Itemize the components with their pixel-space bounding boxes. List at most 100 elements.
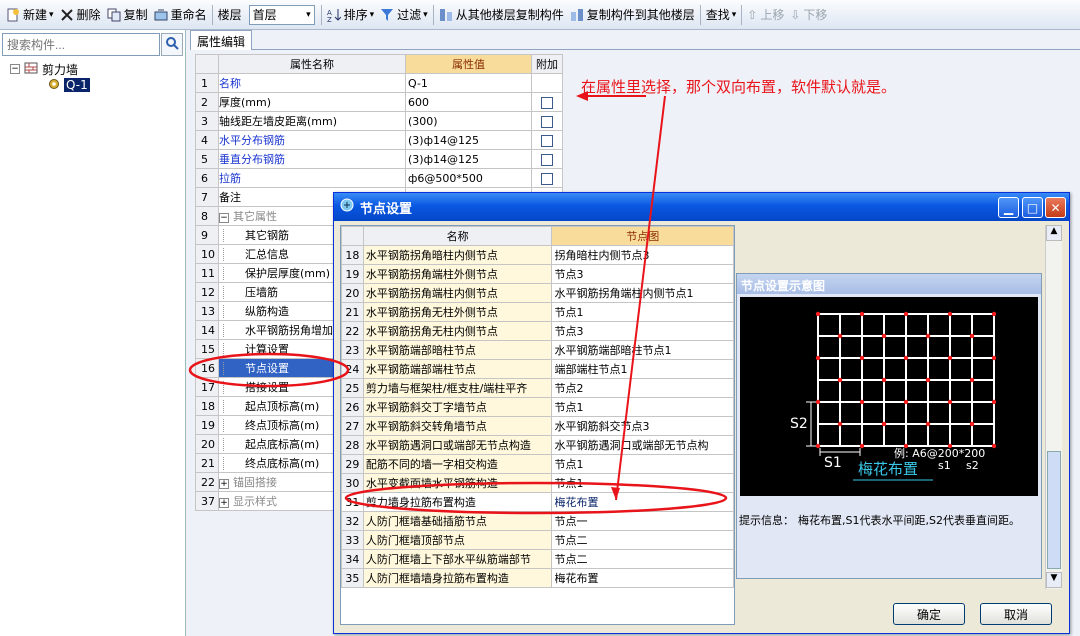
node-row[interactable]: 25 剪力墙与框架柱/框支柱/端柱平齐 节点2	[341, 378, 734, 398]
delete-button[interactable]: 删除	[57, 3, 104, 27]
tree-node-shear-wall[interactable]: − 剪力墙	[10, 61, 78, 77]
property-name-cell[interactable]: 轴线距左墙皮距离(mm)	[218, 111, 406, 131]
node-name-cell[interactable]: 剪力墙与框架柱/框支柱/端柱平齐	[362, 378, 553, 398]
find-button[interactable]: 查找 ▾	[703, 3, 740, 27]
node-row[interactable]: 24 水平钢筋端部端柱节点 端部端柱节点1	[341, 359, 734, 379]
node-diagram-cell[interactable]: 节点1	[551, 302, 734, 322]
move-down-button[interactable]: ⇩ 下移	[787, 3, 830, 27]
attach-checkbox[interactable]	[541, 115, 553, 128]
node-diagram-cell[interactable]: 梅花布置	[551, 492, 734, 512]
node-row[interactable]: 27 水平钢筋斜交转角墙节点 水平钢筋斜交节点3	[341, 416, 734, 436]
property-value-cell[interactable]: (300)	[405, 111, 532, 131]
node-diagram-cell[interactable]: 节点1	[551, 397, 734, 417]
node-diagram-cell[interactable]: 节点1	[551, 473, 734, 493]
node-diagram-cell[interactable]: 水平钢筋端部暗柱节点1	[551, 340, 734, 360]
floor-select[interactable]: 首层 ▾	[248, 4, 315, 25]
node-name-cell[interactable]: 水平钢筋拐角端柱内侧节点	[362, 283, 553, 303]
node-diagram-cell[interactable]: 节点二	[551, 530, 734, 550]
property-value-cell[interactable]: (3)ф14@125	[405, 149, 532, 169]
node-name-cell[interactable]: 水平钢筋端部暗柱节点	[362, 340, 553, 360]
property-value-cell[interactable]: 600	[405, 92, 532, 112]
copy-from-floor-button[interactable]: 从其他楼层复制构件	[436, 3, 567, 27]
node-row[interactable]: 30 水平变截面墙水平钢筋构造 节点1	[341, 473, 734, 493]
property-name-cell[interactable]: 水平分布钢筋	[218, 130, 406, 150]
search-input[interactable]	[2, 33, 160, 56]
property-name-cell[interactable]: 垂直分布钢筋	[218, 149, 406, 169]
node-diagram-cell[interactable]: 水平钢筋拐角端柱内侧节点1	[551, 283, 734, 303]
node-diagram-cell[interactable]: 水平钢筋遇洞口或端部无节点构	[551, 435, 734, 455]
node-diagram-cell[interactable]: 水平钢筋斜交节点3	[551, 416, 734, 436]
node-name-cell[interactable]: 水平钢筋拐角端柱外侧节点	[362, 264, 553, 284]
node-diagram-cell[interactable]: 端部端柱节点1	[551, 359, 734, 379]
collapse-icon[interactable]: −	[219, 213, 229, 223]
copy-button[interactable]: 复制	[104, 3, 151, 27]
node-row[interactable]: 29 配筋不同的墙一字相交构造 节点1	[341, 454, 734, 474]
filter-button[interactable]: 过滤 ▾	[377, 3, 431, 27]
node-name-cell[interactable]: 水平钢筋斜交丁字墙节点	[362, 397, 553, 417]
node-diagram-cell[interactable]: 节点一	[551, 511, 734, 531]
expand-icon[interactable]: +	[219, 498, 229, 508]
property-name-cell[interactable]: 拉筋	[218, 168, 406, 188]
new-button[interactable]: 新建 ▾	[3, 3, 57, 27]
property-row[interactable]: 3 轴线距左墙皮距离(mm) (300)	[195, 111, 563, 131]
node-row[interactable]: 19 水平钢筋拐角端柱外侧节点 节点3	[341, 264, 734, 284]
scroll-thumb[interactable]	[1047, 451, 1061, 569]
node-row[interactable]: 31 剪力墙身拉筋布置构造 梅花布置	[341, 492, 734, 512]
node-diagram-cell[interactable]: 节点3	[551, 264, 734, 284]
node-row[interactable]: 26 水平钢筋斜交丁字墙节点 节点1	[341, 397, 734, 417]
move-up-button[interactable]: ⇧ 上移	[744, 3, 787, 27]
attach-cell[interactable]	[531, 168, 563, 188]
node-name-cell[interactable]: 人防门框墙顶部节点	[362, 530, 553, 550]
node-diagram-cell[interactable]: 节点2	[551, 378, 734, 398]
ok-button[interactable]: 确定	[893, 603, 965, 625]
node-diagram-cell[interactable]: 拐角暗柱内侧节点3	[551, 245, 734, 265]
attach-cell[interactable]	[531, 73, 563, 93]
node-row[interactable]: 21 水平钢筋拐角无柱外侧节点 节点1	[341, 302, 734, 322]
expand-icon[interactable]: +	[219, 479, 229, 489]
property-row[interactable]: 6 拉筋 ф6@500*500	[195, 168, 563, 188]
node-row[interactable]: 35 人防门框墙墙身拉筋布置构造 梅花布置	[341, 568, 734, 588]
property-row[interactable]: 1 名称 Q-1	[195, 73, 563, 93]
node-row[interactable]: 22 水平钢筋拐角无柱内侧节点 节点3	[341, 321, 734, 341]
node-diagram-cell[interactable]: 节点3	[551, 321, 734, 341]
search-button[interactable]	[161, 33, 183, 56]
node-name-cell[interactable]: 水平钢筋遇洞口或端部无节点构造	[362, 435, 553, 455]
scroll-up-button[interactable]: ▲	[1046, 225, 1062, 241]
node-name-cell[interactable]: 水平钢筋拐角无柱外侧节点	[362, 302, 553, 322]
collapse-icon[interactable]: −	[10, 64, 20, 74]
node-row[interactable]: 33 人防门框墙顶部节点 节点二	[341, 530, 734, 550]
attach-checkbox[interactable]	[541, 172, 553, 185]
property-row[interactable]: 5 垂直分布钢筋 (3)ф14@125	[195, 149, 563, 169]
node-row[interactable]: 23 水平钢筋端部暗柱节点 水平钢筋端部暗柱节点1	[341, 340, 734, 360]
property-value-cell[interactable]: Q-1	[405, 73, 532, 93]
property-row[interactable]: 2 厚度(mm) 600	[195, 92, 563, 112]
close-button[interactable]: ✕	[1045, 197, 1066, 218]
attach-cell[interactable]	[531, 130, 563, 150]
node-name-cell[interactable]: 水平钢筋端部端柱节点	[362, 359, 553, 379]
node-name-cell[interactable]: 水平钢筋斜交转角墙节点	[362, 416, 553, 436]
property-name-cell[interactable]: 厚度(mm)	[218, 92, 406, 112]
node-row[interactable]: 34 人防门框墙上下部水平纵筋端部节 节点二	[341, 549, 734, 569]
minimize-button[interactable]: ▁	[998, 197, 1019, 218]
node-diagram-cell[interactable]: 节点二	[551, 549, 734, 569]
tree-node-q1[interactable]: Q-1	[48, 77, 90, 93]
node-name-cell[interactable]: 水平钢筋拐角无柱内侧节点	[362, 321, 553, 341]
node-name-cell[interactable]: 人防门框墙上下部水平纵筋端部节	[362, 549, 553, 569]
property-row[interactable]: 4 水平分布钢筋 (3)ф14@125	[195, 130, 563, 150]
node-name-cell[interactable]: 人防门框墙墙身拉筋布置构造	[362, 568, 553, 588]
attach-cell[interactable]	[531, 111, 563, 131]
attach-cell[interactable]	[531, 92, 563, 112]
node-row[interactable]: 28 水平钢筋遇洞口或端部无节点构造 水平钢筋遇洞口或端部无节点构	[341, 435, 734, 455]
node-name-cell[interactable]: 人防门框墙基础插筋节点	[362, 511, 553, 531]
tab-property-edit[interactable]: 属性编辑	[190, 30, 253, 50]
node-name-cell[interactable]: 水平钢筋拐角暗柱内侧节点	[362, 245, 553, 265]
maximize-button[interactable]: □	[1022, 197, 1043, 218]
node-row[interactable]: 32 人防门框墙基础插筋节点 节点一	[341, 511, 734, 531]
sort-button[interactable]: AZ 排序 ▾	[324, 3, 378, 27]
property-name-cell[interactable]: 名称	[218, 73, 406, 93]
copy-to-floor-button[interactable]: 复制构件到其他楼层	[567, 3, 698, 27]
node-name-cell[interactable]: 剪力墙身拉筋布置构造	[362, 492, 553, 512]
node-diagram-cell[interactable]: 梅花布置	[551, 568, 734, 588]
property-value-cell[interactable]: (3)ф14@125	[405, 130, 532, 150]
node-diagram-cell[interactable]: 节点1	[551, 454, 734, 474]
